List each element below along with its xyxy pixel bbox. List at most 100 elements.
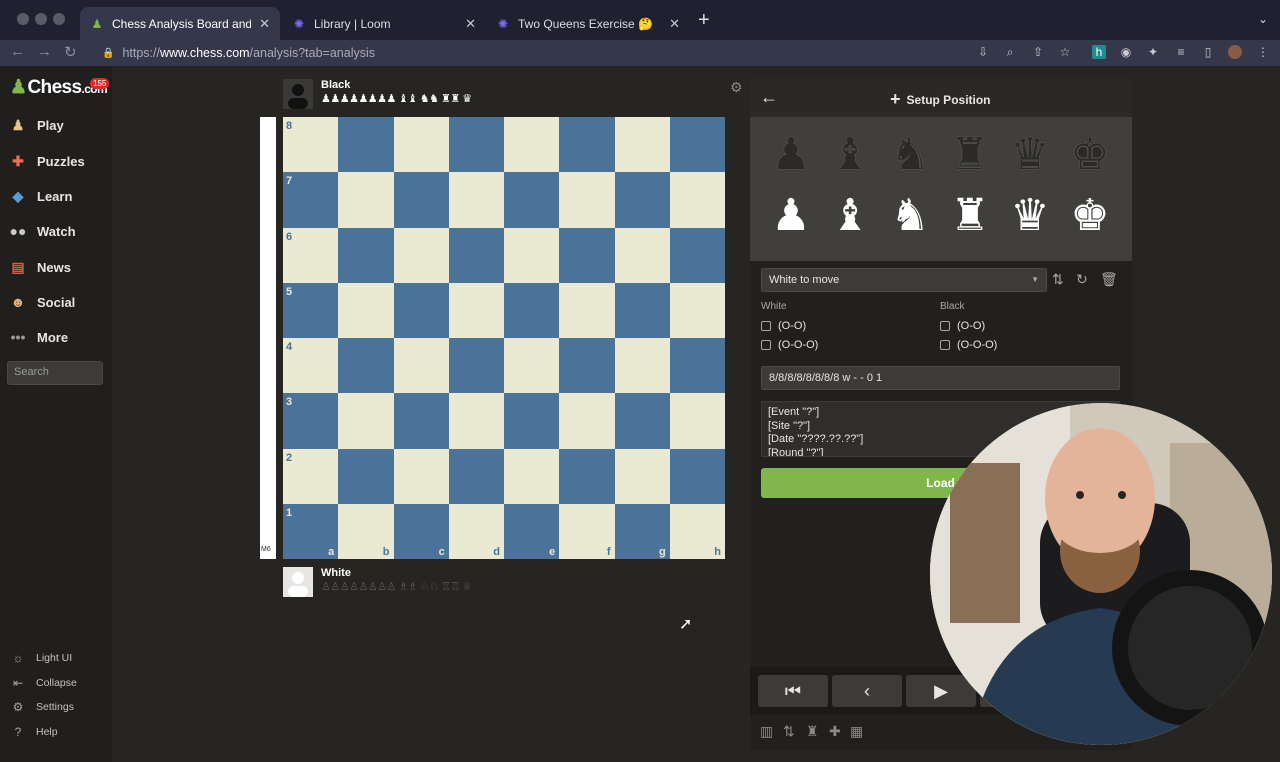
board-square[interactable]	[669, 282, 725, 338]
nav-news[interactable]: ▤ News	[8, 257, 71, 277]
black-castle-long-checkbox[interactable]: (O-O-O)	[940, 339, 997, 351]
board-square[interactable]	[614, 448, 670, 504]
board-settings-gear-icon[interactable]: ⚙	[730, 79, 743, 96]
white-rook-piece[interactable]: ♜	[942, 190, 998, 242]
zoom-icon[interactable]: ⌕	[1003, 45, 1017, 59]
back-arrow-icon[interactable]: ←	[10, 43, 25, 60]
board-square[interactable]	[559, 282, 615, 338]
explorer-icon[interactable]: ♜	[806, 723, 819, 740]
board-square[interactable]	[338, 227, 394, 283]
white-castle-short-checkbox[interactable]: (O-O)	[761, 320, 806, 332]
board-square[interactable]	[669, 172, 725, 228]
fen-input[interactable]: 8/8/8/8/8/8/8/8 w - - 0 1	[761, 366, 1120, 390]
board-square[interactable]	[448, 117, 504, 173]
browser-menu-icon[interactable]: ⋮	[1256, 45, 1270, 59]
board-square[interactable]	[338, 393, 394, 449]
board-square[interactable]	[393, 448, 449, 504]
profile-avatar[interactable]	[1228, 45, 1242, 59]
flip-board-icon[interactable]: ⇅	[1052, 271, 1064, 288]
board-square[interactable]: c	[393, 503, 449, 559]
window-close-dot[interactable]	[17, 13, 29, 25]
nav-watch[interactable]: ●● Watch	[8, 221, 76, 241]
board-square[interactable]: g	[614, 503, 670, 559]
previous-move-button[interactable]: ‹	[832, 675, 902, 707]
board-square[interactable]	[448, 393, 504, 449]
black-queen-piece[interactable]: ♛	[1002, 129, 1058, 181]
board-square[interactable]: 8	[283, 117, 339, 173]
board-square[interactable]	[504, 448, 560, 504]
board-square[interactable]	[504, 338, 560, 394]
tab-chess-analysis[interactable]: ♟ Chess Analysis Board and PGN ✕	[80, 7, 280, 40]
board-square[interactable]	[504, 227, 560, 283]
board-square[interactable]: 2	[283, 448, 339, 504]
reset-icon[interactable]: ↻	[1076, 271, 1088, 288]
board-square[interactable]	[559, 227, 615, 283]
board-square[interactable]	[448, 227, 504, 283]
board-square[interactable]: 5	[283, 282, 339, 338]
close-icon[interactable]: ✕	[669, 16, 680, 32]
help-link[interactable]: ? Help	[10, 725, 58, 739]
black-king-piece[interactable]: ♚	[1062, 129, 1118, 181]
close-icon[interactable]: ✕	[465, 16, 476, 32]
collapse-button[interactable]: ⇤ Collapse	[10, 676, 77, 690]
settings-link[interactable]: ⚙ Settings	[10, 700, 74, 714]
extension-h-icon[interactable]: h	[1092, 45, 1106, 59]
board-square[interactable]	[614, 227, 670, 283]
bookmark-star-icon[interactable]: ☆	[1058, 45, 1072, 59]
black-rook-piece[interactable]: ♜	[942, 129, 998, 181]
black-bishop-piece[interactable]: ♝	[822, 129, 878, 181]
tab-two-queens[interactable]: ✺ Two Queens Exercise 🤔 ✕	[486, 7, 690, 40]
board-square[interactable]	[559, 117, 615, 173]
white-king-piece[interactable]: ♚	[1062, 190, 1118, 242]
board-square[interactable]	[393, 227, 449, 283]
play-button[interactable]: ▶	[906, 675, 976, 707]
board-square[interactable]: h	[669, 503, 725, 559]
share-icon[interactable]: ⇧	[1031, 45, 1045, 59]
white-bishop-piece[interactable]: ♝	[822, 190, 878, 242]
board-square[interactable]: 7	[283, 172, 339, 228]
board-square[interactable]	[393, 282, 449, 338]
board-square[interactable]	[504, 117, 560, 173]
board-square[interactable]	[559, 393, 615, 449]
eye-extension-icon[interactable]: ◉	[1119, 45, 1133, 59]
nav-play[interactable]: ♟ Play	[8, 115, 64, 135]
board-square[interactable]	[338, 448, 394, 504]
reading-list-icon[interactable]: ≡	[1174, 45, 1188, 59]
board-square[interactable]	[393, 172, 449, 228]
chess-board[interactable]: 87654321abcdefgh	[283, 117, 725, 559]
board-square[interactable]	[504, 172, 560, 228]
side-panel-icon[interactable]: ▯	[1201, 45, 1215, 59]
flip-icon[interactable]: ⇅	[783, 723, 795, 740]
side-to-move-select[interactable]: White to move ▼	[761, 268, 1047, 292]
nav-social[interactable]: ☻ Social	[8, 292, 76, 312]
board-square[interactable]	[669, 393, 725, 449]
board-square[interactable]: f	[559, 503, 615, 559]
white-castle-long-checkbox[interactable]: (O-O-O)	[761, 339, 818, 351]
board-square[interactable]: 3	[283, 393, 339, 449]
board-square[interactable]	[338, 172, 394, 228]
board-square[interactable]	[504, 282, 560, 338]
board-square[interactable]	[669, 338, 725, 394]
board-square[interactable]	[614, 172, 670, 228]
board-square[interactable]	[559, 448, 615, 504]
board-square[interactable]	[669, 227, 725, 283]
board-square[interactable]	[448, 338, 504, 394]
board-square[interactable]	[338, 282, 394, 338]
forward-arrow-icon[interactable]: →	[37, 43, 52, 60]
board-square[interactable]	[669, 448, 725, 504]
reload-icon[interactable]: ↻	[64, 43, 77, 61]
puzzle-extensions-icon[interactable]: ✦	[1146, 45, 1160, 59]
chevron-down-icon[interactable]: ⌄	[1258, 12, 1268, 26]
add-icon[interactable]: ✚	[829, 723, 841, 740]
board-square[interactable]	[448, 282, 504, 338]
board-square[interactable]	[504, 393, 560, 449]
window-zoom-dot[interactable]	[53, 13, 65, 25]
black-knight-piece[interactable]: ♞	[882, 129, 938, 181]
board-square[interactable]	[614, 338, 670, 394]
new-tab-button[interactable]: +	[698, 9, 710, 32]
white-queen-piece[interactable]: ♛	[1002, 190, 1058, 242]
nav-puzzles[interactable]: ✚ Puzzles	[8, 151, 85, 171]
trash-icon[interactable]: 🗑	[1100, 271, 1118, 288]
nav-learn[interactable]: ◆ Learn	[8, 186, 73, 206]
bar-chart-icon[interactable]: ▥	[760, 723, 773, 740]
